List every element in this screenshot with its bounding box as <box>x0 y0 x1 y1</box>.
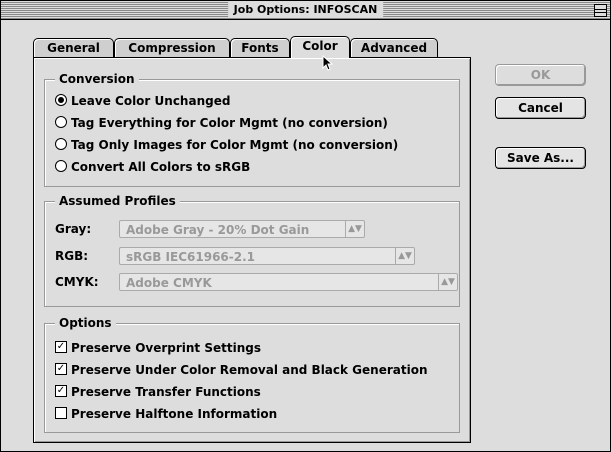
options-heading: Options <box>55 315 116 331</box>
popup-arrows-icon: ▲▼ <box>395 248 414 264</box>
conversion-group: Conversion Leave Color Unchanged Tag Eve… <box>44 71 460 187</box>
title-bar[interactable]: Job Options: INFOSCAN <box>1 1 610 20</box>
tab-general[interactable]: General <box>33 38 114 58</box>
checkbox-preserve-overprint[interactable]: Preserve Overprint Settings <box>55 340 261 356</box>
radio-unselected-icon[interactable] <box>55 160 67 172</box>
options-group: Options Preserve Overprint Settings Pres… <box>44 315 460 433</box>
tab-color[interactable]: Color <box>290 36 350 58</box>
gray-profile-popup[interactable]: Adobe Gray - 20% Dot Gain ▲▼ <box>119 220 365 238</box>
radio-selected-icon[interactable] <box>55 94 67 106</box>
cmyk-label: CMYK: <box>55 275 99 289</box>
tab-advanced[interactable]: Advanced <box>350 38 438 58</box>
radio-unselected-icon[interactable] <box>55 116 67 128</box>
checkbox-checked-icon[interactable] <box>55 385 67 397</box>
rgb-profile-popup[interactable]: sRGB IEC61966-2.1 ▲▼ <box>119 247 415 265</box>
assumed-profiles-heading: Assumed Profiles <box>55 193 180 209</box>
job-options-window: Job Options: INFOSCAN General Compressio… <box>0 0 611 452</box>
checkbox-preserve-halftone[interactable]: Preserve Halftone Information <box>55 406 277 422</box>
color-tab-panel: Conversion Leave Color Unchanged Tag Eve… <box>33 57 471 443</box>
radio-tag-only-images[interactable]: Tag Only Images for Color Mgmt (no conve… <box>55 137 398 153</box>
ok-button[interactable]: OK <box>495 64 586 86</box>
conversion-heading: Conversion <box>55 71 139 87</box>
tab-compression[interactable]: Compression <box>114 38 230 58</box>
radio-unselected-icon[interactable] <box>55 138 67 150</box>
gray-label: Gray: <box>55 222 92 236</box>
save-as-button[interactable]: Save As... <box>495 147 586 169</box>
assumed-profiles-group: Assumed Profiles Gray: Adobe Gray - 20% … <box>44 193 460 307</box>
tab-fonts[interactable]: Fonts <box>230 38 290 58</box>
window-title: Job Options: INFOSCAN <box>227 2 384 18</box>
radio-leave-color-unchanged[interactable]: Leave Color Unchanged <box>55 93 230 109</box>
checkbox-preserve-transfer[interactable]: Preserve Transfer Functions <box>55 384 261 400</box>
collapse-box-icon[interactable] <box>594 4 607 17</box>
mouse-pointer-icon <box>322 55 334 71</box>
checkbox-preserve-ucr-bg[interactable]: Preserve Under Color Removal and Black G… <box>55 362 428 378</box>
rgb-label: RGB: <box>55 249 89 263</box>
cmyk-profile-popup[interactable]: Adobe CMYK ▲▼ <box>119 273 458 291</box>
radio-convert-to-srgb[interactable]: Convert All Colors to sRGB <box>55 159 250 175</box>
radio-tag-everything[interactable]: Tag Everything for Color Mgmt (no conver… <box>55 115 388 131</box>
checkbox-checked-icon[interactable] <box>55 363 67 375</box>
checkbox-unchecked-icon[interactable] <box>55 407 67 419</box>
popup-arrows-icon: ▲▼ <box>438 274 457 290</box>
cancel-button[interactable]: Cancel <box>495 97 586 119</box>
popup-arrows-icon: ▲▼ <box>345 221 364 237</box>
checkbox-checked-icon[interactable] <box>55 341 67 353</box>
